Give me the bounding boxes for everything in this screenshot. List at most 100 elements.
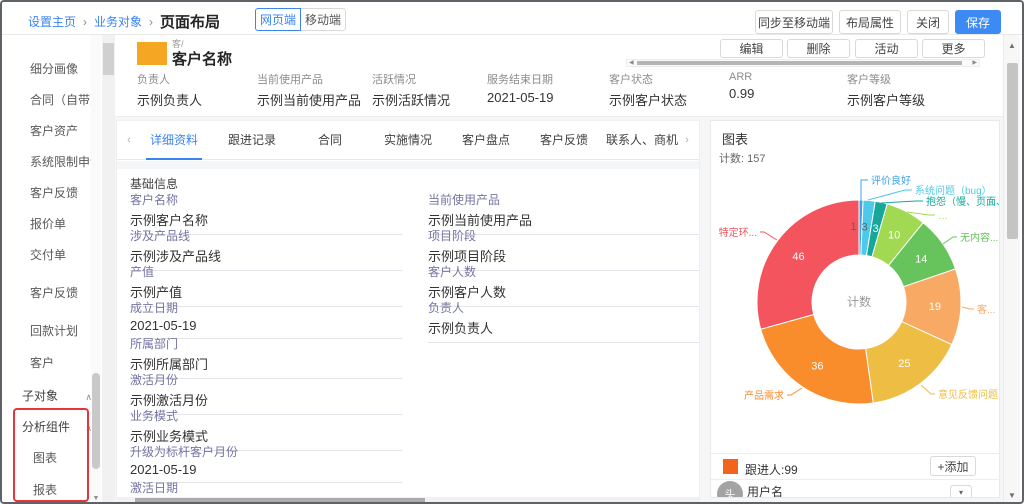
field-label: 负责人 xyxy=(137,71,202,87)
tab-implementation[interactable]: 实施情况 xyxy=(369,121,447,160)
detail-card: ‹ 详细资料 跟进记录 合同 实施情况 客户盘点 客户反馈 联系人、商机 › 基… xyxy=(116,120,700,498)
header-field-customer-status[interactable]: 客户状态 示例客户状态 xyxy=(609,71,687,109)
form-field[interactable]: 成立日期2021-05-19 xyxy=(130,299,402,339)
slice-value-label: 19 xyxy=(929,301,941,313)
field-label: 升级为标杆客户月份 xyxy=(130,443,402,460)
breadcrumb-business-objects[interactable]: 业务对象 xyxy=(94,13,142,30)
field-label: 涉及产品线 xyxy=(130,227,402,244)
tabs-prev-icon[interactable]: ‹ xyxy=(123,134,135,146)
slice-category-label: 无内容... xyxy=(960,231,998,244)
sidebar-scrollbar[interactable]: ▼ xyxy=(91,35,101,504)
activity-button[interactable]: 活动 xyxy=(855,39,918,58)
sidebar-item-segment-profile[interactable]: 细分画像 xyxy=(30,61,96,78)
field-value: 示例活跃情况 xyxy=(372,90,450,109)
label-leader-line xyxy=(943,237,957,244)
field-label: 服务结束日期 xyxy=(487,71,554,87)
sidebar-section-subobjects[interactable]: 子对象 ∧ xyxy=(22,388,92,405)
detail-horizontal-scrollbar[interactable] xyxy=(117,497,700,504)
sidebar-item-customer-feedback[interactable]: 客户反馈 xyxy=(30,185,96,202)
sidebar-item-report[interactable]: 报表 xyxy=(33,482,88,499)
breadcrumb: 设置主页 › 业务对象 › 页面布局 xyxy=(28,11,220,32)
sidebar-item-system-limit-request[interactable]: 系统限制申请明细 xyxy=(30,154,96,171)
field-label: 成立日期 xyxy=(130,299,402,316)
tab-mobile-view[interactable]: 移动端 xyxy=(300,8,346,31)
tab-detail[interactable]: 详细资料 xyxy=(135,121,213,160)
page-scrollbar-thumb[interactable] xyxy=(1007,63,1018,239)
header-field-owner[interactable]: 负责人 示例负责人 xyxy=(137,71,202,109)
donut-slice[interactable] xyxy=(757,200,859,329)
delete-button[interactable]: 删除 xyxy=(787,39,850,58)
form-field[interactable]: 负责人示例负责人 xyxy=(428,299,700,343)
scroll-left-icon[interactable]: ◀ xyxy=(629,60,634,66)
slice-category-label: 产品需求 xyxy=(744,389,784,402)
slice-value-label: 1 xyxy=(850,221,856,233)
scroll-down-icon[interactable]: ▼ xyxy=(1004,491,1020,500)
header-field-activity[interactable]: 活跃情况 示例活跃情况 xyxy=(372,71,450,109)
more-button[interactable]: 更多 xyxy=(922,39,985,58)
tab-contacts-opportunities[interactable]: 联系人、商机 xyxy=(603,121,681,160)
scroll-up-icon[interactable]: ▲ xyxy=(1004,41,1020,50)
sidebar-item-delivery-order[interactable]: 交付单 xyxy=(30,247,96,264)
breadcrumb-separator: › xyxy=(149,15,153,29)
close-button[interactable]: 关闭 xyxy=(907,10,949,34)
sidebar-item-customer[interactable]: 客户 xyxy=(30,355,96,372)
slice-category-label: 系统问题（bug） xyxy=(915,184,992,197)
layout-properties-button[interactable]: 布局属性 xyxy=(839,10,901,34)
label-leader-line xyxy=(787,388,802,395)
user-dropdown-button[interactable]: ▾ xyxy=(950,485,972,498)
sidebar-item-quotation[interactable]: 报价单 xyxy=(30,216,96,233)
breadcrumb-separator: › xyxy=(83,15,87,29)
user-name: 用户名 xyxy=(747,483,783,498)
donut-center-label: 计数 xyxy=(847,294,871,309)
record-title: 客户名称 xyxy=(172,48,232,69)
tab-contract[interactable]: 合同 xyxy=(291,121,369,160)
save-button[interactable]: 保存 xyxy=(955,10,1001,34)
form-field[interactable]: 升级为标杆客户月份2021-05-19 xyxy=(130,443,402,483)
sidebar-scrollbar-thumb[interactable] xyxy=(92,373,100,469)
donut-chart[interactable]: 133101419253646计数评价良好系统问题（bug）抱怨（慢、页面、..… xyxy=(711,167,1000,419)
field-label: 客户等级 xyxy=(847,71,925,87)
sidebar-item-customer-feedback-2[interactable]: 客户反馈 xyxy=(30,285,96,302)
slice-category-label: 特定环... xyxy=(719,226,757,239)
content-left-scrollbar-thumb[interactable] xyxy=(103,43,114,75)
field-label: 客户人数 xyxy=(428,263,700,280)
tab-customer-review[interactable]: 客户盘点 xyxy=(447,121,525,160)
add-follower-button[interactable]: +添加 xyxy=(930,456,976,476)
chart-count: 计数: 157 xyxy=(719,150,765,166)
breadcrumb-home[interactable]: 设置主页 xyxy=(28,13,76,30)
slice-value-label: 3 xyxy=(873,223,879,235)
scroll-right-icon[interactable]: ▶ xyxy=(972,60,977,66)
section-title-basic-info: 基础信息 xyxy=(130,175,178,192)
tab-follow-records[interactable]: 跟进记录 xyxy=(213,121,291,160)
sidebar-item-customer-assets[interactable]: 客户资产 xyxy=(30,123,96,140)
slice-value-label: 3 xyxy=(862,221,868,233)
field-value: 0.99 xyxy=(729,86,754,101)
label-leader-line xyxy=(861,180,868,201)
actions-horizontal-scrollbar[interactable]: ◀ ▶ xyxy=(626,59,980,67)
tab-customer-feedback[interactable]: 客户反馈 xyxy=(525,121,603,160)
form-field[interactable]: 激活日期2021-05-19 xyxy=(130,479,402,498)
detail-scrollbar-thumb[interactable] xyxy=(135,498,425,503)
edit-button[interactable]: 编辑 xyxy=(720,39,783,58)
slice-category-label: 客... xyxy=(977,303,995,316)
sidebar-section-analysis[interactable]: 分析组件 ∧ xyxy=(22,419,92,436)
header-field-service-end-date[interactable]: 服务结束日期 2021-05-19 xyxy=(487,71,554,105)
user-avatar: 头 xyxy=(717,481,743,498)
sidebar-item-chart[interactable]: 图表 xyxy=(33,450,88,467)
field-label: 客户状态 xyxy=(609,71,687,87)
actions-scrollbar-thumb[interactable] xyxy=(637,61,962,65)
tabs-next-icon[interactable]: › xyxy=(681,134,693,146)
scroll-down-icon[interactable]: ▼ xyxy=(91,495,101,502)
header-field-arr[interactable]: ARR 0.99 xyxy=(729,71,754,101)
field-value: 2021-05-19 xyxy=(487,90,554,105)
sidebar-item-payment-plan[interactable]: 回款计划 xyxy=(30,323,96,340)
content-left-scrollbar[interactable] xyxy=(102,35,115,504)
layout-editor-window: 设置主页 › 业务对象 › 页面布局 网页端 移动端 同步至移动端 布局属性 关… xyxy=(0,0,1024,504)
divider xyxy=(117,161,699,169)
sync-to-mobile-button[interactable]: 同步至移动端 xyxy=(755,10,833,34)
sidebar-item-contract-builtin[interactable]: 合同（自带） xyxy=(30,92,96,109)
header-field-customer-level[interactable]: 客户等级 示例客户等级 xyxy=(847,71,925,109)
tab-web-view[interactable]: 网页端 xyxy=(255,8,301,31)
header-field-current-product[interactable]: 当前使用产品 示例当前使用产品 xyxy=(257,71,361,109)
page-vertical-scrollbar[interactable]: ▲ ▼ xyxy=(1003,35,1020,504)
